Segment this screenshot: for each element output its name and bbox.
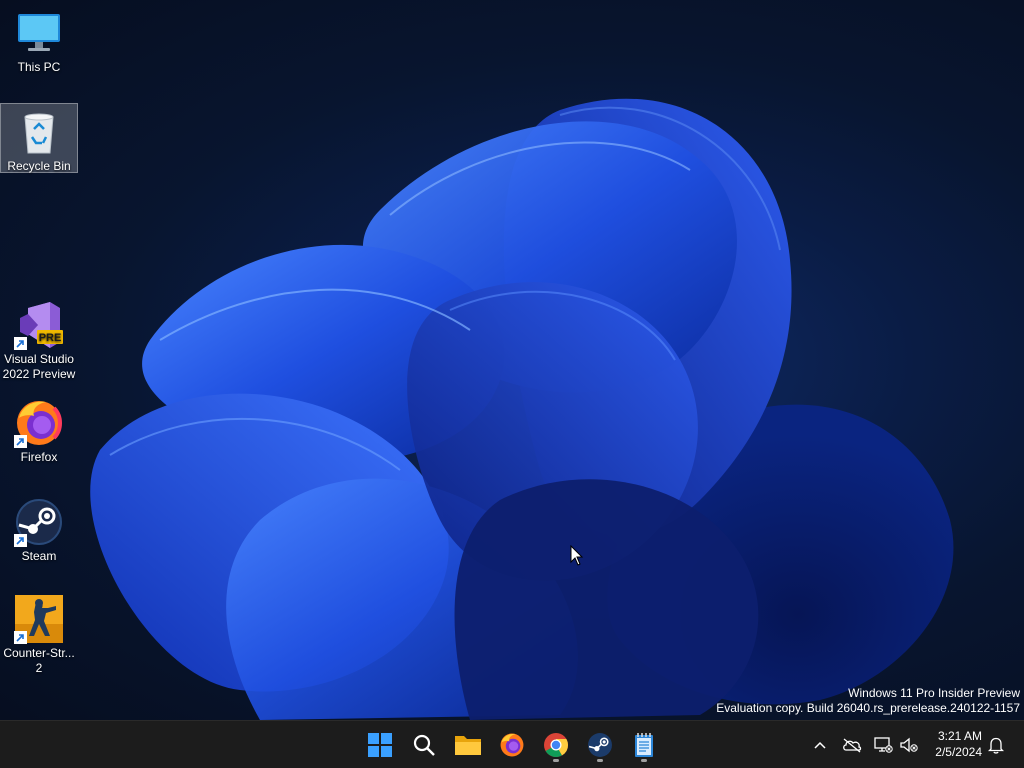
desktop-icon-steam[interactable]: Steam	[0, 497, 78, 563]
notification-bell-icon	[988, 737, 1004, 754]
watermark-build: Evaluation copy. Build 26040.rs_prerelea…	[716, 701, 1020, 715]
desktop-icon-label: Firefox	[20, 450, 58, 464]
chrome-taskbar-button[interactable]	[536, 727, 576, 763]
show-hidden-icons-button[interactable]	[809, 733, 831, 757]
desktop-icon-firefox[interactable]: Firefox	[0, 398, 78, 466]
clock-time: 3:21 AM	[937, 729, 982, 743]
chrome-icon	[544, 733, 568, 758]
recycle-bin-icon	[14, 107, 64, 157]
visual-studio-icon: PRE	[14, 300, 64, 350]
watermark-edition: Windows 11 Pro Insider Preview	[848, 686, 1020, 700]
search-icon	[413, 734, 435, 756]
desktop-icon-label: This PC	[17, 60, 61, 74]
shortcut-arrow-icon	[14, 337, 27, 350]
clock-date: 2/5/2024	[935, 745, 982, 759]
counter-strike-icon	[14, 594, 64, 644]
notifications-button[interactable]	[985, 733, 1007, 757]
network-tray-button[interactable]	[872, 733, 894, 757]
chevron-up-icon	[814, 741, 826, 749]
notepad-taskbar-button[interactable]	[624, 727, 664, 763]
taskbar: 3:21 AM 2/5/2024	[0, 720, 1024, 768]
mouse-cursor-icon	[570, 545, 584, 566]
build-watermark: Windows 11 Pro Insider Preview Evaluatio…	[716, 686, 1020, 716]
desktop-icon-recycle-bin[interactable]: Recycle Bin	[0, 103, 78, 173]
network-disconnected-icon	[874, 737, 893, 753]
desktop-icon-label: Recycle Bin	[7, 159, 71, 173]
running-indicator	[597, 759, 603, 762]
pre-badge: PRE	[39, 332, 62, 344]
search-button[interactable]	[404, 727, 444, 763]
volume-tray-button[interactable]	[898, 733, 920, 757]
clock[interactable]: 3:21 AM 2/5/2024	[935, 728, 982, 760]
running-indicator	[553, 759, 559, 762]
volume-muted-icon	[900, 737, 918, 753]
windows-start-icon	[368, 733, 392, 757]
wallpaper-bloom	[90, 98, 954, 720]
desktop-icon-counter-strike[interactable]: Counter-Str... 2	[0, 594, 78, 676]
desktop-background[interactable]: This PC Recycle Bin PRE Visual Studio 20…	[0, 0, 1024, 720]
folder-icon	[455, 736, 481, 755]
notepad-icon	[635, 733, 653, 757]
onedrive-tray-button[interactable]	[841, 733, 863, 757]
monitor-icon	[14, 8, 64, 58]
shortcut-arrow-icon	[14, 631, 27, 644]
running-indicator	[641, 759, 647, 762]
desktop-icon-visual-studio[interactable]: PRE Visual Studio 2022 Preview	[0, 300, 78, 382]
desktop-icon-this-pc[interactable]: This PC	[0, 8, 78, 74]
start-button[interactable]	[360, 727, 400, 763]
firefox-taskbar-button[interactable]	[492, 727, 532, 763]
steam-icon	[588, 733, 612, 757]
shortcut-arrow-icon	[14, 534, 27, 547]
firefox-icon	[500, 733, 524, 757]
desktop-icon-label: Visual Studio 2022 Preview	[2, 352, 76, 381]
file-explorer-button[interactable]	[448, 727, 488, 763]
desktop-icon-label: Counter-Str... 2	[3, 646, 75, 675]
shortcut-arrow-icon	[14, 435, 27, 448]
desktop-icon-label: Steam	[21, 549, 57, 563]
steam-icon	[14, 497, 64, 547]
onedrive-offline-icon	[843, 738, 862, 753]
steam-taskbar-button[interactable]	[580, 727, 620, 763]
firefox-icon	[14, 398, 64, 448]
